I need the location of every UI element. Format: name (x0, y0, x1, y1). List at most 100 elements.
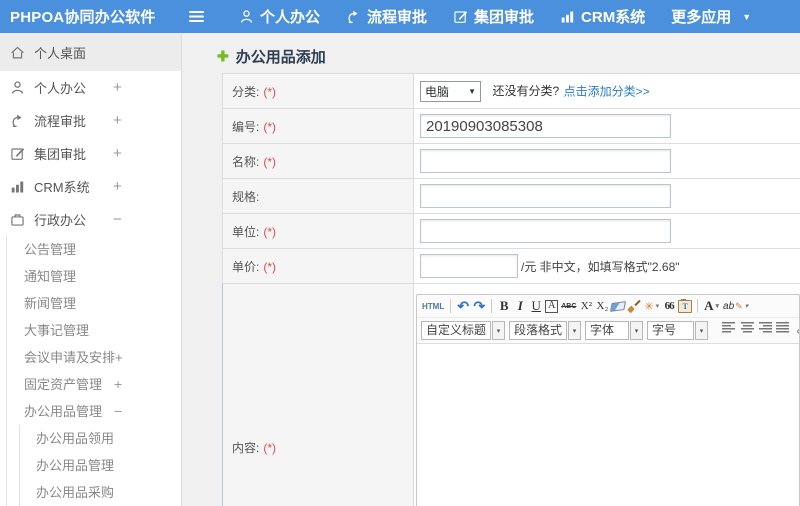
nav-item-label: 集团审批 (474, 9, 535, 26)
submenu-item[interactable]: 办公用品采购 (20, 479, 181, 506)
add-icon: ✚ (217, 47, 229, 64)
flow-icon (346, 9, 361, 24)
font-size-select[interactable]: 字号 ▾ (647, 321, 709, 340)
spec-input[interactable] (420, 184, 671, 208)
paste-text-icon[interactable] (678, 298, 693, 313)
font-family-select[interactable]: 字体 ▾ (585, 321, 644, 340)
sidebar-item-label: 行政办公 (34, 213, 87, 228)
sidebar-item-label: CRM系统 (34, 180, 90, 195)
add-category-link[interactable]: 点击添加分类>> (564, 84, 650, 98)
dropdown-arrow-icon: ▾ (715, 302, 720, 310)
submenu-item-label: 会议申请及安排+ (24, 350, 123, 365)
expand-plus-icon[interactable]: + (113, 178, 122, 195)
custom-title-select[interactable]: 自定义标题 ▾ (421, 321, 506, 340)
sidebar-item[interactable]: 行政办公 − (0, 203, 181, 236)
align-center-icon[interactable] (740, 322, 754, 339)
color-wand-icon[interactable]: ✳ ▾ (643, 298, 660, 315)
editor-content-area[interactable] (417, 343, 799, 506)
align-left-icon[interactable] (722, 322, 736, 339)
redo-icon[interactable]: ↷ (472, 298, 486, 315)
required-mark: (*) (263, 440, 277, 455)
sidebar-item[interactable]: CRM系统 + (0, 170, 181, 203)
format-brush-icon[interactable] (627, 300, 641, 313)
subscript-icon[interactable]: X₂ (595, 298, 609, 315)
highlight-color-icon[interactable]: ab ✎ ▾ (722, 298, 749, 315)
submenu-item[interactable]: 公告管理 (7, 236, 181, 263)
rich-text-editor: HTML↶↷BIUAABCX²X₂✳▾66A▾ab✎▾ 自定义标题▾段落格式▾字… (416, 294, 800, 506)
expand-plus-icon[interactable]: + (114, 371, 122, 398)
collapse-minus-icon[interactable]: − (114, 398, 122, 425)
home-icon (10, 44, 26, 60)
name-label: 名称: (*) (222, 143, 414, 179)
submenu-item[interactable]: 办公用品领用 (20, 425, 181, 452)
select-arrow-icon: ▾ (568, 321, 582, 340)
submenu-item-label: 办公用品管理 (36, 458, 115, 473)
code-label: 编号: (*) (222, 108, 414, 144)
name-input[interactable] (420, 149, 671, 173)
italic-icon[interactable]: I (513, 298, 527, 315)
submenu-item[interactable]: 新闻管理 (7, 290, 181, 317)
eraser-icon[interactable] (610, 300, 627, 312)
char-border-icon[interactable]: A (545, 299, 559, 313)
expand-plus-icon[interactable]: + (113, 79, 122, 96)
expand-plus-icon[interactable]: + (113, 145, 122, 162)
submenu-item[interactable]: 通知管理 (7, 263, 181, 290)
link-icon[interactable]: ∞ (794, 322, 799, 339)
submenu-item[interactable]: 办公用品管理 (20, 452, 181, 479)
nav-item-2[interactable]: 流程审批 (346, 6, 427, 27)
submenu-item[interactable]: 会议申请及安排+ (7, 344, 181, 371)
edit-icon (10, 146, 26, 162)
dropdown-arrow-icon: ▾ (655, 303, 660, 310)
blockquote-icon[interactable]: 66 (662, 298, 676, 315)
nav-item-4[interactable]: CRM系统 (560, 6, 645, 27)
sidebar-item-label: 个人办公 (34, 81, 87, 96)
form-row-name: 名称: (*) (222, 143, 800, 179)
submenu-item-label: 办公用品采购 (36, 485, 115, 500)
top-nav: 个人办公 流程审批 集团审批 CRM系统 更多应用 ▼ (239, 6, 751, 27)
superscript-icon[interactable]: X² (579, 298, 593, 315)
strikethrough-icon[interactable]: ABC (560, 298, 577, 315)
submenu-item-label: 新闻管理 (24, 296, 77, 311)
underline-icon[interactable]: U (529, 298, 543, 315)
sidebar-item[interactable]: 集团审批 + (0, 137, 181, 170)
align-justify-icon[interactable] (776, 322, 790, 339)
sidebar-item[interactable]: 个人办公 + (0, 71, 181, 104)
unit-input[interactable] (420, 219, 671, 243)
hamburger-menu-icon[interactable] (188, 9, 205, 24)
sidebar-item-label: 个人桌面 (34, 45, 87, 61)
expand-plus-icon[interactable]: + (113, 112, 122, 129)
page-title-row: ✚ 办公用品添加 (182, 33, 800, 66)
collapse-minus-icon[interactable]: − (113, 211, 122, 228)
select-arrow-icon: ▾ (492, 321, 506, 340)
nav-item-1[interactable]: 个人办公 (239, 6, 320, 27)
undo-icon[interactable]: ↶ (456, 298, 470, 315)
submenu-item[interactable]: 办公用品管理 − (7, 398, 181, 425)
sidebar-item[interactable]: 个人桌面 (0, 33, 181, 71)
category-select[interactable]: 电脑 ▼ (420, 80, 481, 102)
code-input[interactable] (420, 114, 671, 138)
sidebar-item-label: 流程审批 (34, 114, 87, 129)
flow-icon (10, 113, 26, 129)
admin-submenu: 公告管理 通知管理 新闻管理 大事记管理 会议申请及安排+ 固定资产管理 + 办公用品管理 − 办… (6, 236, 181, 506)
editor-toolbar-row1: HTML ↶↷ BIUAABCX²X₂ ✳▾66 A▾ab✎▾ (417, 295, 799, 317)
submenu-item[interactable]: 固定资产管理 + (7, 371, 181, 398)
font-color-icon[interactable]: A ▾ (703, 298, 720, 315)
bold-icon[interactable]: B (497, 298, 511, 315)
nav-item-3[interactable]: 集团审批 (453, 6, 534, 27)
app-logo: PHPOA协同办公软件 (10, 9, 156, 26)
submenu-item-label: 固定资产管理 (24, 377, 103, 392)
sidebar-item[interactable]: 流程审批 + (0, 104, 181, 137)
caret-down-icon: ▼ (742, 11, 752, 22)
align-right-icon[interactable] (758, 322, 772, 339)
content-label: 内容: (*) (222, 283, 414, 506)
submenu-item-label: 通知管理 (24, 269, 77, 284)
paragraph-format-select[interactable]: 段落格式 ▾ (509, 321, 582, 340)
sidebar-item-label: 集团审批 (34, 147, 87, 162)
submenu-item[interactable]: 大事记管理 (7, 317, 181, 344)
price-input[interactable] (420, 254, 518, 278)
nav-item-label: CRM系统 (581, 9, 646, 26)
unit-label: 单位: (*) (222, 213, 414, 249)
html-source-button[interactable]: HTML (421, 298, 445, 315)
toolbar-separator (450, 299, 452, 313)
nav-item-5[interactable]: 更多应用 ▼ (671, 6, 751, 27)
